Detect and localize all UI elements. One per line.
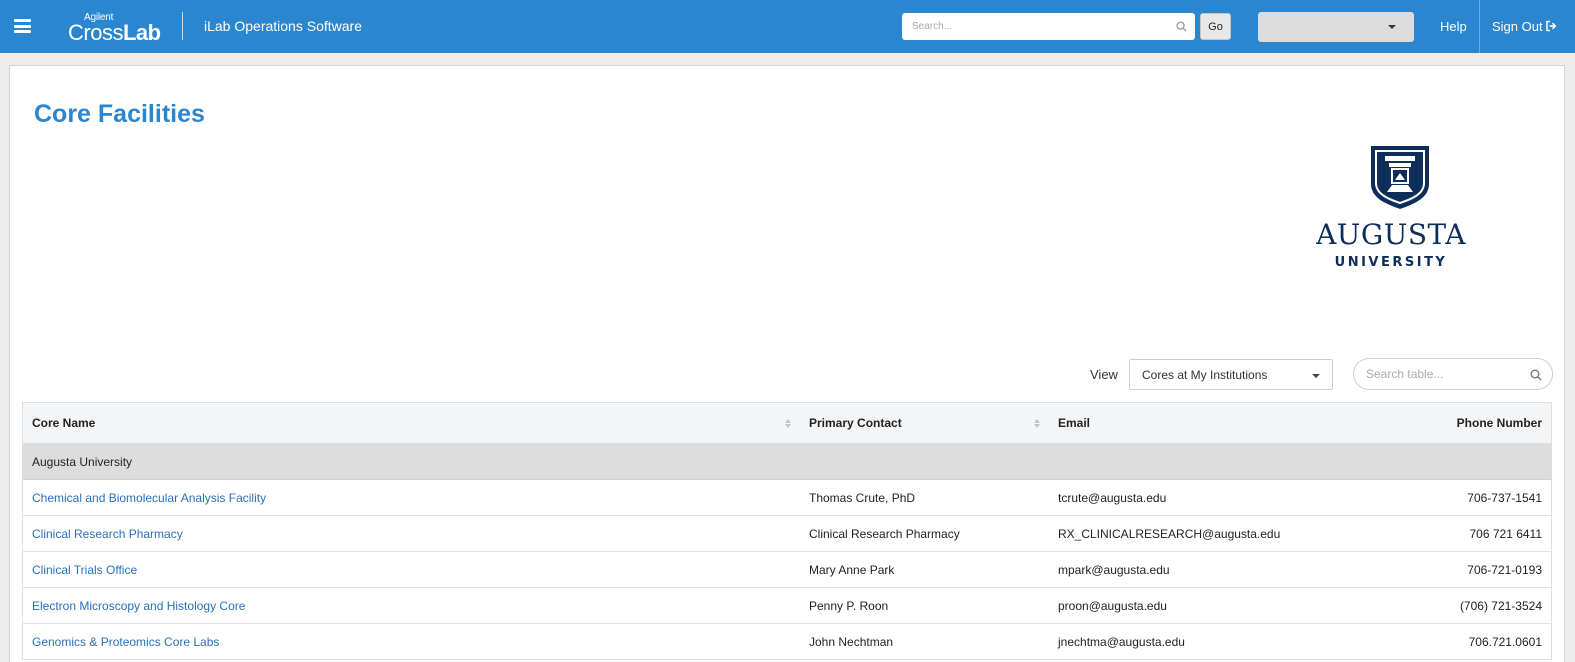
column-header-primary-contact[interactable]: Primary Contact: [809, 416, 902, 430]
phone-number: 706.721.0601: [1468, 635, 1542, 649]
top-navbar: Agilent CrossLab iLab Operations Softwar…: [0, 0, 1575, 53]
table-row: Electron Microscopy and Histology Core P…: [23, 588, 1551, 624]
table-row: Genomics & Proteomics Core Labs John Nec…: [23, 624, 1551, 660]
brand-crosslab: CrossLab: [68, 21, 161, 45]
phone-number: 706-737-1541: [1467, 491, 1542, 505]
sign-out-link[interactable]: Sign Out: [1492, 19, 1543, 34]
augusta-university-logo: AUGUSTA UNIVERSITY: [1296, 144, 1486, 272]
email: tcrute@augusta.edu: [1058, 491, 1167, 505]
institution-select[interactable]: [1258, 12, 1414, 42]
email: jnechtma@augusta.edu: [1058, 635, 1185, 649]
sort-icon[interactable]: [1034, 419, 1041, 429]
core-name-link[interactable]: Chemical and Biomolecular Analysis Facil…: [32, 491, 266, 505]
sign-out-icon[interactable]: [1545, 20, 1557, 32]
view-label: View: [1090, 367, 1118, 382]
chevron-down-icon: [1388, 25, 1396, 29]
primary-contact: Mary Anne Park: [809, 563, 895, 577]
nav-divider: [1479, 0, 1480, 53]
core-name-link[interactable]: Electron Microscopy and Histology Core: [32, 599, 245, 613]
primary-contact: John Nechtman: [809, 635, 894, 649]
chevron-down-icon: [1312, 374, 1320, 378]
sort-icon[interactable]: [785, 419, 792, 429]
logo-word: AUGUSTA: [1316, 218, 1466, 251]
app-title: iLab Operations Software: [204, 18, 362, 34]
view-selected-value: Cores at My Institutions: [1142, 368, 1268, 382]
group-label: Augusta University: [32, 455, 133, 469]
primary-contact: Clinical Research Pharmacy: [809, 527, 960, 541]
crosslab-logo[interactable]: Agilent CrossLab: [68, 12, 163, 45]
core-name-link[interactable]: Clinical Research Pharmacy: [32, 527, 183, 541]
core-facilities-table: Core Name Primary Contact Email Phone Nu…: [22, 402, 1552, 660]
menu-icon[interactable]: [14, 19, 31, 33]
search-icon[interactable]: [1530, 369, 1542, 381]
brand-divider: [182, 12, 183, 40]
core-name-link[interactable]: Clinical Trials Office: [32, 563, 137, 577]
view-select[interactable]: Cores at My Institutions: [1129, 359, 1333, 390]
table-search: [1353, 358, 1553, 390]
phone-number: 706-721-0193: [1467, 563, 1542, 577]
group-row: Augusta University: [23, 444, 1551, 480]
table-row: Clinical Research Pharmacy Clinical Rese…: [23, 516, 1551, 552]
brand-cross: Cross: [68, 20, 123, 45]
email: mpark@augusta.edu: [1058, 563, 1170, 577]
table-row: Clinical Trials Office Mary Anne Park mp…: [23, 552, 1551, 588]
email: proon@augusta.edu: [1058, 599, 1167, 613]
column-header-core-name[interactable]: Core Name: [32, 416, 95, 430]
email: RX_CLINICALRESEARCH@augusta.edu: [1058, 527, 1281, 541]
primary-contact: Penny P. Roon: [809, 599, 889, 613]
column-header-phone-number: Phone Number: [1456, 416, 1542, 430]
table-search-input[interactable]: [1354, 359, 1519, 389]
table-header: Core Name Primary Contact Email Phone Nu…: [23, 403, 1551, 444]
primary-contact: Thomas Crute, PhD: [809, 491, 916, 505]
core-name-link[interactable]: Genomics & Proteomics Core Labs: [32, 635, 219, 649]
phone-number: (706) 721-3524: [1459, 599, 1542, 613]
global-search-input[interactable]: [902, 13, 1167, 40]
go-button[interactable]: Go: [1200, 13, 1231, 40]
tower-icon: [1371, 146, 1429, 209]
column-header-email: Email: [1058, 416, 1091, 430]
page-title: Core Facilities: [34, 100, 205, 128]
main-panel: Core Facilities AUGUSTA UNIVERSITY View …: [9, 65, 1565, 662]
global-search: [902, 13, 1195, 40]
help-link[interactable]: Help: [1440, 19, 1467, 34]
logo-subtitle: UNIVERSITY: [1334, 255, 1448, 270]
phone-number: 706 721 6411: [1469, 527, 1542, 541]
table-row: Chemical and Biomolecular Analysis Facil…: [23, 480, 1551, 516]
brand-lab: Lab: [122, 20, 161, 45]
search-icon[interactable]: [1176, 21, 1187, 32]
